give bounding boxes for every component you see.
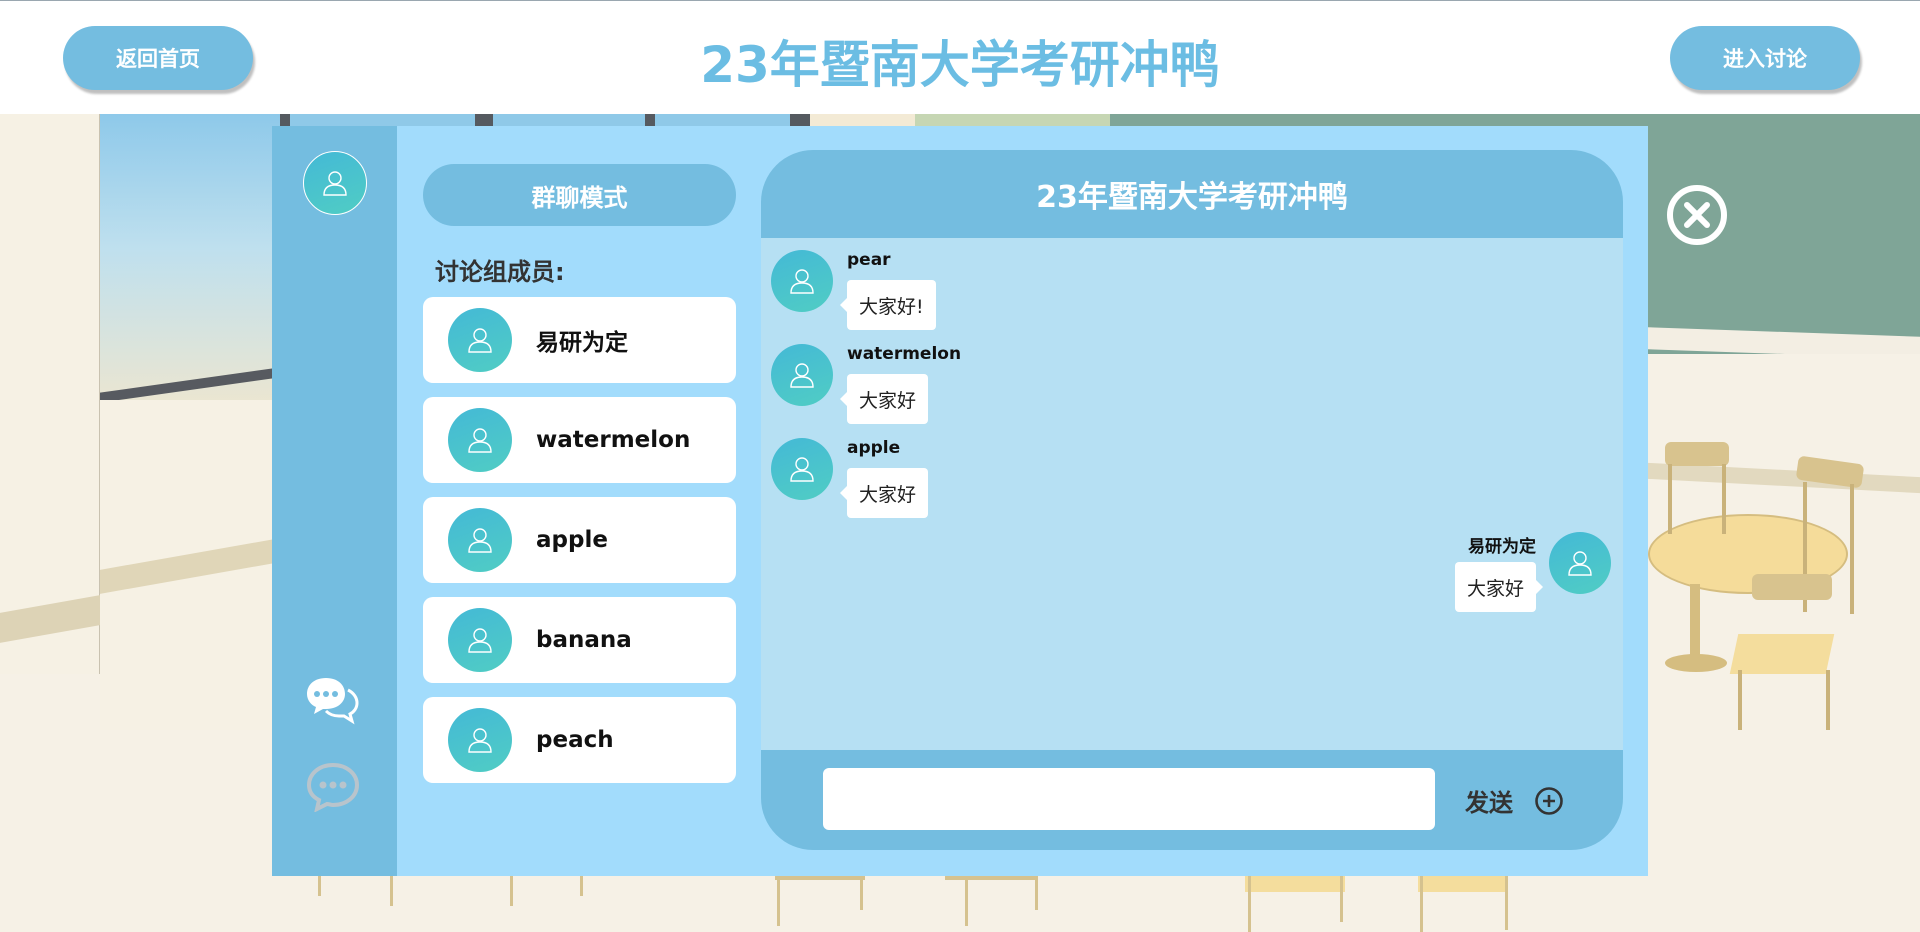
chat-bubble-icon[interactable] <box>306 762 360 813</box>
member-name: 易研为定 <box>536 330 628 356</box>
member-name: apple <box>536 527 608 553</box>
member-item[interactable]: banana <box>423 597 736 683</box>
sender-avatar <box>771 438 833 500</box>
plus-circle-icon[interactable] <box>1534 786 1564 816</box>
user-avatar[interactable] <box>303 151 367 215</box>
user-icon <box>468 628 492 653</box>
member-name: watermelon <box>536 427 691 453</box>
page-title: 23年暨南大学考研冲鸭 <box>700 36 1220 94</box>
group-chat-icon[interactable] <box>304 674 360 726</box>
member-item[interactable]: watermelon <box>423 397 736 483</box>
user-icon <box>468 328 492 353</box>
message-input[interactable] <box>823 768 1435 830</box>
user-icon <box>468 728 492 753</box>
member-name: banana <box>536 627 632 653</box>
top-header: 返回首页 23年暨南大学考研冲鸭 进入讨论 <box>0 0 1920 114</box>
member-avatar <box>448 308 512 372</box>
message-bubble: 大家好 <box>1454 562 1544 612</box>
sender-name: watermelon <box>847 344 962 364</box>
member-avatar <box>448 708 512 772</box>
member-name: peach <box>536 727 614 753</box>
chat-window: 23年暨南大学考研冲鸭 pear 大家好! watermelon 大家好 app… <box>761 150 1623 850</box>
message-list: pear 大家好! watermelon 大家好 apple 大家好 易研为定 … <box>761 238 1623 750</box>
user-icon <box>1568 551 1592 576</box>
sender-avatar <box>1549 532 1611 594</box>
message-bubble: 大家好 <box>839 468 929 518</box>
member-item[interactable]: 易研为定 <box>423 297 736 383</box>
member-item[interactable]: apple <box>423 497 736 583</box>
user-icon <box>790 363 814 388</box>
message-item: apple 大家好 <box>761 438 1623 522</box>
user-icon <box>468 528 492 553</box>
sender-name: 易研为定 <box>1468 537 1536 557</box>
message-bubble: 大家好! <box>840 280 936 330</box>
user-icon <box>468 428 492 453</box>
sender-avatar <box>771 344 833 406</box>
user-icon <box>790 457 814 482</box>
message-item: 易研为定 大家好 <box>761 532 1623 616</box>
message-item: watermelon 大家好 <box>761 344 1623 428</box>
enter-discussion-button[interactable]: 进入讨论 <box>1670 26 1860 90</box>
group-chat-mode-button[interactable]: 群聊模式 <box>423 164 736 226</box>
user-icon <box>323 171 347 196</box>
sender-avatar <box>771 250 833 312</box>
chat-modal: 群聊模式 讨论组成员: 易研为定 watermelon apple banana… <box>272 126 1648 876</box>
sender-name: pear <box>847 250 891 270</box>
user-icon <box>790 269 814 294</box>
message-item: pear 大家好! <box>761 250 1623 334</box>
member-avatar <box>448 508 512 572</box>
member-item[interactable]: peach <box>423 697 736 783</box>
member-avatar <box>448 408 512 472</box>
sender-name: apple <box>847 438 901 458</box>
back-home-button[interactable]: 返回首页 <box>63 26 253 90</box>
message-bubble: 大家好 <box>839 374 929 424</box>
send-button[interactable]: 发送 <box>1459 780 1519 820</box>
member-avatar <box>448 608 512 672</box>
icon-sidebar <box>272 126 397 876</box>
close-circle-icon[interactable] <box>1666 184 1728 246</box>
chat-title: 23年暨南大学考研冲鸭 <box>1036 180 1348 215</box>
members-title: 讨论组成员: <box>435 258 565 286</box>
